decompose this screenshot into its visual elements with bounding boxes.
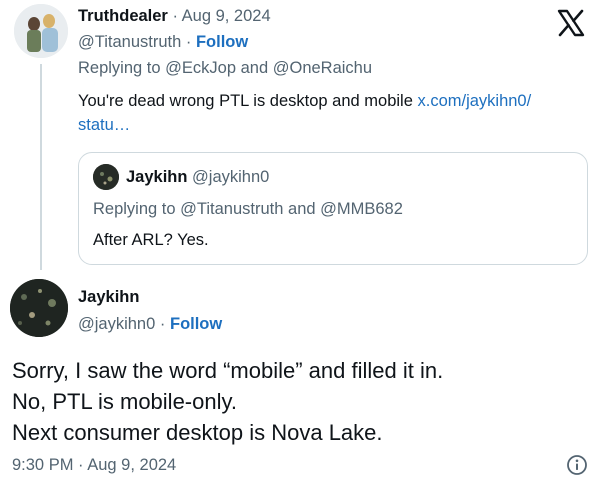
quoted-replying-to: Replying to @Titanustruth and @MMB682 [93,200,403,219]
tweet-date[interactable]: Aug 9, 2024 [182,7,271,25]
reply-author-handle[interactable]: @jaykihn0 [78,315,155,333]
reply-text-line: No, PTL is mobile-only. [12,389,237,414]
tweet-link-continued[interactable]: statu… [78,116,130,134]
quoted-tweet-text: After ARL? Yes. [93,231,209,249]
quoted-header: Jaykihn @jaykihn0 [126,168,269,187]
author-handle[interactable]: @Titanustruth [78,33,181,51]
replying-user-link[interactable]: @EckJop [165,59,236,77]
reply-time: 9:30 PM [12,456,74,474]
reply-text-line: Sorry, I saw the word “mobile” and fille… [12,358,444,383]
quoted-author-handle: @jaykihn0 [192,168,270,186]
replying-user-link[interactable]: @OneRaichu [273,59,372,77]
replying-and: and [288,200,316,218]
tweet-handle-row: @Titanustruth · Follow [78,33,248,52]
separator: · [159,315,166,333]
replying-prefix: Replying to [93,200,176,218]
reply-date: Aug 9, 2024 [87,456,177,474]
replying-user: @Titanustruth [180,200,284,218]
reply-text: Sorry, I saw the word “mobile” and fille… [12,355,592,448]
avatar-jaykihn[interactable] [10,279,68,337]
avatar-image [93,164,119,190]
tweet-text: You're dead wrong PTL is desktop and mob… [78,89,588,137]
reply-handle-row: @jaykihn0 · Follow [78,315,222,334]
tweet-link[interactable]: x.com/jaykihn0/ [417,92,531,110]
replying-and: and [240,59,269,77]
info-graphic [567,455,587,475]
x-logo-graphic [557,9,585,37]
reply-timestamp[interactable]: 9:30 PM · Aug 9, 2024 [12,456,176,475]
replying-prefix: Replying to [78,59,161,77]
x-logo-icon[interactable] [556,8,586,38]
separator: · [185,33,192,51]
reply-author-name[interactable]: Jaykihn [78,288,139,307]
quoted-author-name: Jaykihn [126,168,188,186]
tweet-text-content: You're dead wrong PTL is desktop and mob… [78,92,413,110]
avatar-image [10,279,68,337]
thread-line [40,64,42,270]
follow-button[interactable]: Follow [170,315,222,333]
avatar-truthdealer[interactable] [14,4,68,58]
avatar-image [14,4,68,58]
author-name[interactable]: Truthdealer [78,7,168,25]
quoted-author-avatar [93,164,119,190]
follow-button[interactable]: Follow [196,33,248,51]
separator: · [78,456,84,474]
replying-to: Replying to @EckJop and @OneRaichu [78,59,372,78]
reply-text-line: Next consumer desktop is Nova Lake. [12,420,383,445]
info-icon[interactable] [566,454,588,476]
separator: · [172,7,178,25]
replying-user: @MMB682 [320,200,403,218]
tweet-header: Truthdealer · Aug 9, 2024 [78,7,271,26]
